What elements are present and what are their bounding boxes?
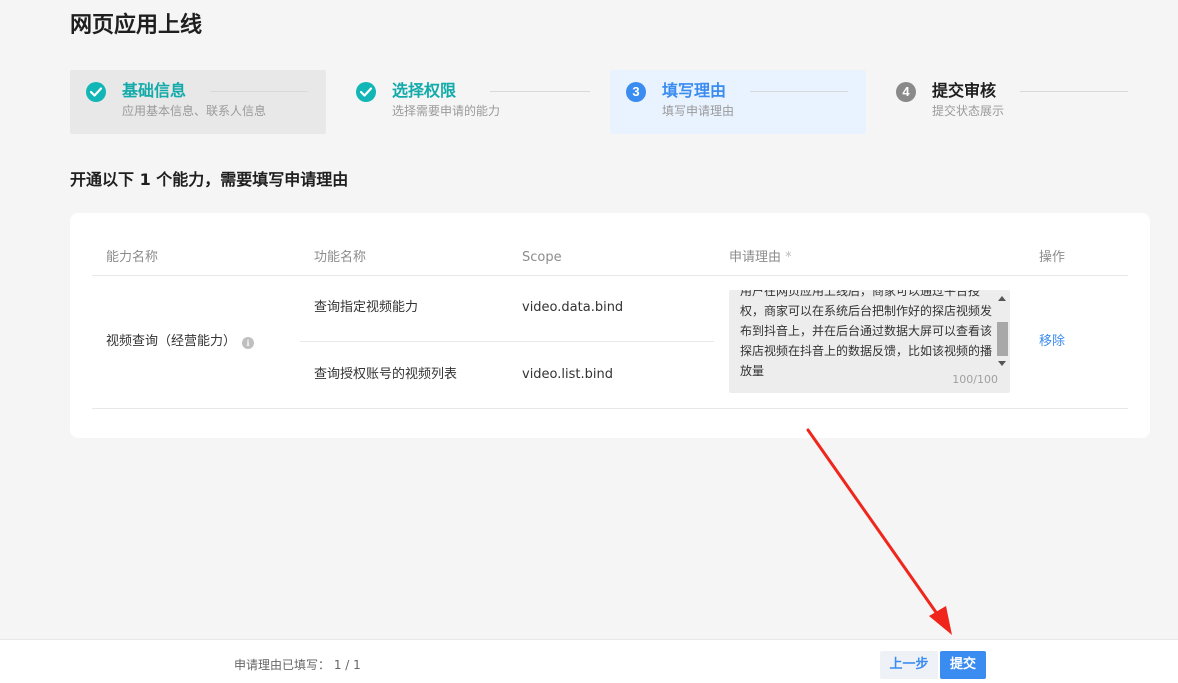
row-divider <box>300 341 714 342</box>
capability-name: 视频查询（经营能力） i <box>106 333 255 351</box>
header-divider <box>92 275 1128 276</box>
function-name: 查询指定视频能力 <box>314 300 419 315</box>
step-number-badge: 4 <box>896 82 916 102</box>
annotation-arrow-shaft <box>806 428 942 620</box>
header-action: 操作 <box>1039 250 1066 265</box>
step-fill-reason[interactable]: 3 填写理由 填写申请理由 <box>610 70 866 134</box>
step-desc: 应用基本信息、联系人信息 <box>122 104 267 118</box>
section-title: 开通以下 1 个能力，需要填写申请理由 <box>70 170 349 189</box>
header-capability: 能力名称 <box>106 250 159 265</box>
required-mark: * <box>785 250 792 265</box>
step-connector <box>1020 91 1128 92</box>
step-connector <box>210 91 308 92</box>
step-desc: 填写申请理由 <box>662 104 735 118</box>
footer-bar: 申请理由已填写： 1 / 1 上一步 提交 <box>0 639 1178 683</box>
textarea-scrollbar[interactable] <box>996 294 1008 366</box>
reason-text[interactable]: 用户在网页应用上线后，商家可以通过平台授权，商家可以在系统后台把制作好的探店视频… <box>740 290 992 381</box>
scroll-thumb[interactable] <box>997 322 1008 356</box>
previous-step-button[interactable]: 上一步 <box>880 651 938 679</box>
scroll-down-arrow-icon[interactable] <box>998 361 1006 366</box>
submit-button[interactable]: 提交 <box>940 651 986 679</box>
reason-textarea[interactable]: 用户在网页应用上线后，商家可以通过平台授权，商家可以在系统后台把制作好的探店视频… <box>729 290 1010 393</box>
step-select-permission[interactable]: 选择权限 选择需要申请的能力 <box>340 70 596 134</box>
step-submit-review[interactable]: 4 提交审核 提交状态展示 <box>880 70 1136 134</box>
step-title: 基础信息 <box>122 81 187 100</box>
step-connector <box>490 91 590 92</box>
step-desc: 提交状态展示 <box>932 104 1005 118</box>
header-scope: Scope <box>522 250 562 265</box>
row-bottom-divider <box>92 408 1128 409</box>
function-scope: video.data.bind <box>522 300 624 315</box>
step-title: 选择权限 <box>392 81 457 100</box>
fill-status-value: 1 / 1 <box>333 658 361 672</box>
annotation-arrow-head <box>929 606 952 635</box>
page-title: 网页应用上线 <box>70 13 203 38</box>
steps-bar: 基础信息 应用基本信息、联系人信息 选择权限 选择需要申请的能力 3 填写理由 … <box>70 70 1150 134</box>
info-icon[interactable]: i <box>242 337 255 349</box>
header-function: 功能名称 <box>314 250 367 265</box>
step-basic-info[interactable]: 基础信息 应用基本信息、联系人信息 <box>70 70 326 134</box>
header-reason: 申请理由 * <box>729 249 792 267</box>
remove-button[interactable]: 移除 <box>1039 333 1065 351</box>
char-counter: 100/100 <box>952 373 998 386</box>
step-desc: 选择需要申请的能力 <box>392 104 501 118</box>
scroll-up-arrow-icon[interactable] <box>998 296 1006 301</box>
check-circle-icon <box>356 82 376 102</box>
fill-status: 申请理由已填写： 1 / 1 <box>234 657 361 673</box>
capability-table-card: 能力名称 功能名称 Scope 申请理由 * 操作 视频查询（经营能力） i 查询… <box>70 213 1150 438</box>
check-circle-icon <box>86 82 106 102</box>
capability-name-label: 视频查询（经营能力） <box>106 334 237 349</box>
step-title: 填写理由 <box>662 81 727 100</box>
header-reason-label: 申请理由 <box>729 250 782 265</box>
step-number-badge: 3 <box>626 82 646 102</box>
function-scope: video.list.bind <box>522 367 613 382</box>
step-connector <box>750 91 848 92</box>
function-name: 查询授权账号的视频列表 <box>314 367 458 382</box>
fill-status-label: 申请理由已填写： <box>234 658 331 672</box>
step-title: 提交审核 <box>932 81 997 100</box>
